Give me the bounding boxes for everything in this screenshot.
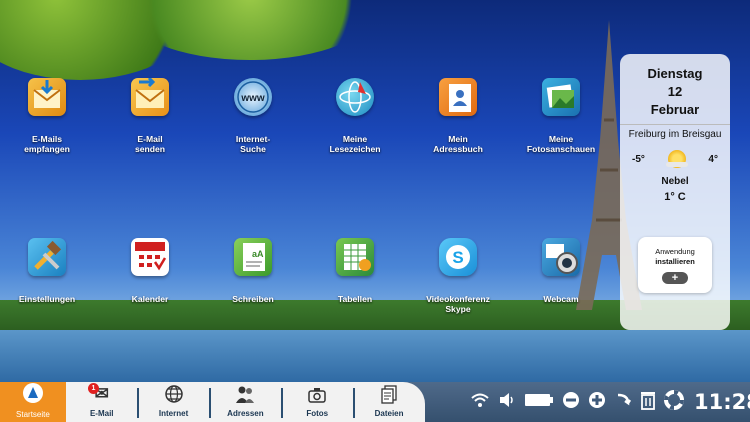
email-send-icon	[131, 76, 169, 116]
wallpaper-river	[0, 330, 750, 382]
desktop-icon-einstellungen[interactable]: Einstellungen	[0, 238, 97, 304]
zoom-in-icon[interactable]	[588, 391, 606, 414]
tab-divider	[353, 388, 355, 418]
skype-icon: S	[439, 238, 477, 276]
tab-divider	[137, 388, 139, 418]
camera-icon	[281, 382, 353, 404]
install-app-widget[interactable]: Anwendung installieren +	[638, 237, 712, 293]
current-temperature: 1° C	[664, 191, 686, 203]
svg-text:S: S	[452, 248, 463, 267]
tab-internet[interactable]: Internet	[138, 382, 210, 422]
settings-tools-icon	[28, 238, 66, 276]
taskbar: Startseite ✉ E-Mail Internet Adressen Fo…	[0, 382, 750, 422]
tab-divider	[209, 388, 211, 418]
taskbar-tabs: Startseite ✉ E-Mail Internet Adressen Fo…	[0, 382, 425, 422]
battery-icon	[524, 392, 554, 412]
spreadsheet-icon	[336, 238, 374, 276]
home-logo-icon	[0, 382, 66, 404]
temp-low: -5°	[632, 153, 645, 165]
desktop-icon-skype[interactable]: S Videokonferenz Skype	[408, 238, 508, 314]
desktop-icon-meine-fotos[interactable]: Meine Fotosanschauen	[511, 78, 611, 154]
wifi-icon[interactable]	[470, 392, 490, 413]
tab-fotos[interactable]: Fotos	[281, 382, 353, 422]
desktop-icon-webcam[interactable]: Webcam	[511, 238, 611, 304]
webcam-icon	[542, 238, 580, 276]
globe-icon	[138, 382, 210, 404]
sun-fog-icon	[665, 150, 688, 168]
envelope-icon: ✉	[94, 384, 109, 403]
install-line1: Anwendung	[655, 247, 695, 256]
contacts-icon	[210, 382, 282, 404]
weather-date-panel: Dienstag 12 Februar Freiburg im Breisgau…	[620, 54, 730, 330]
volume-icon[interactable]	[498, 392, 516, 413]
desktop-icon-emails-empfangen[interactable]: E-Mails empfangen	[0, 78, 97, 154]
weekday: Dienstag	[647, 66, 703, 81]
tab-startseite[interactable]: Startseite	[0, 382, 66, 422]
date-month: Februar	[650, 102, 700, 117]
system-tray: 11:28	[470, 382, 750, 422]
temp-high: 4°	[708, 153, 718, 165]
tab-email[interactable]: ✉ E-Mail	[66, 382, 138, 422]
www-globe-icon: www	[234, 78, 272, 116]
trash-icon[interactable]	[640, 390, 656, 415]
photos-icon	[542, 78, 580, 116]
clock: 11:28	[694, 390, 750, 414]
desktop-icon-kalender[interactable]: Kalender	[100, 238, 200, 304]
svg-text:aA: aA	[252, 249, 264, 259]
zoom-out-icon[interactable]	[562, 391, 580, 414]
desktop-icon-mein-adressbuch[interactable]: Mein Adressbuch	[408, 78, 508, 154]
svg-text:www: www	[240, 93, 265, 104]
weather-condition: Nebel	[661, 176, 689, 187]
tab-adressen[interactable]: Adressen	[210, 382, 282, 422]
desktop-icon-tabellen[interactable]: Tabellen	[305, 238, 405, 304]
desktop-icon-internet-suche[interactable]: www Internet- Suche	[203, 78, 303, 154]
calendar-icon	[131, 238, 169, 276]
desktop-icon-schreiben[interactable]: aA Schreiben	[203, 238, 303, 304]
install-plus-button[interactable]: +	[662, 272, 688, 284]
desktop-wallpaper: E-Mails empfangen E-Mail senden www Inte…	[0, 0, 750, 382]
desktop-icon-meine-lesezeichen[interactable]: Meine Lesezeichen	[305, 78, 405, 154]
back-arrow-icon[interactable]	[614, 391, 632, 414]
writing-document-icon: aA	[234, 238, 272, 276]
tab-dateien[interactable]: Dateien	[353, 382, 425, 422]
date-day: 12	[667, 84, 683, 99]
address-book-icon	[439, 78, 477, 116]
help-lifebuoy-icon[interactable]	[664, 389, 684, 415]
weather-city: Freiburg im Breisgau	[620, 124, 730, 140]
email-receive-icon	[28, 78, 66, 116]
weather-temps: -5° 4°	[620, 150, 730, 168]
install-line2: installieren	[655, 257, 695, 266]
bookmarks-globe-icon	[336, 78, 374, 116]
email-unread-badge: 1	[88, 383, 99, 394]
desktop-icon-email-senden[interactable]: E-Mail senden	[100, 76, 200, 154]
tab-divider	[281, 388, 283, 418]
files-icon	[353, 382, 425, 404]
